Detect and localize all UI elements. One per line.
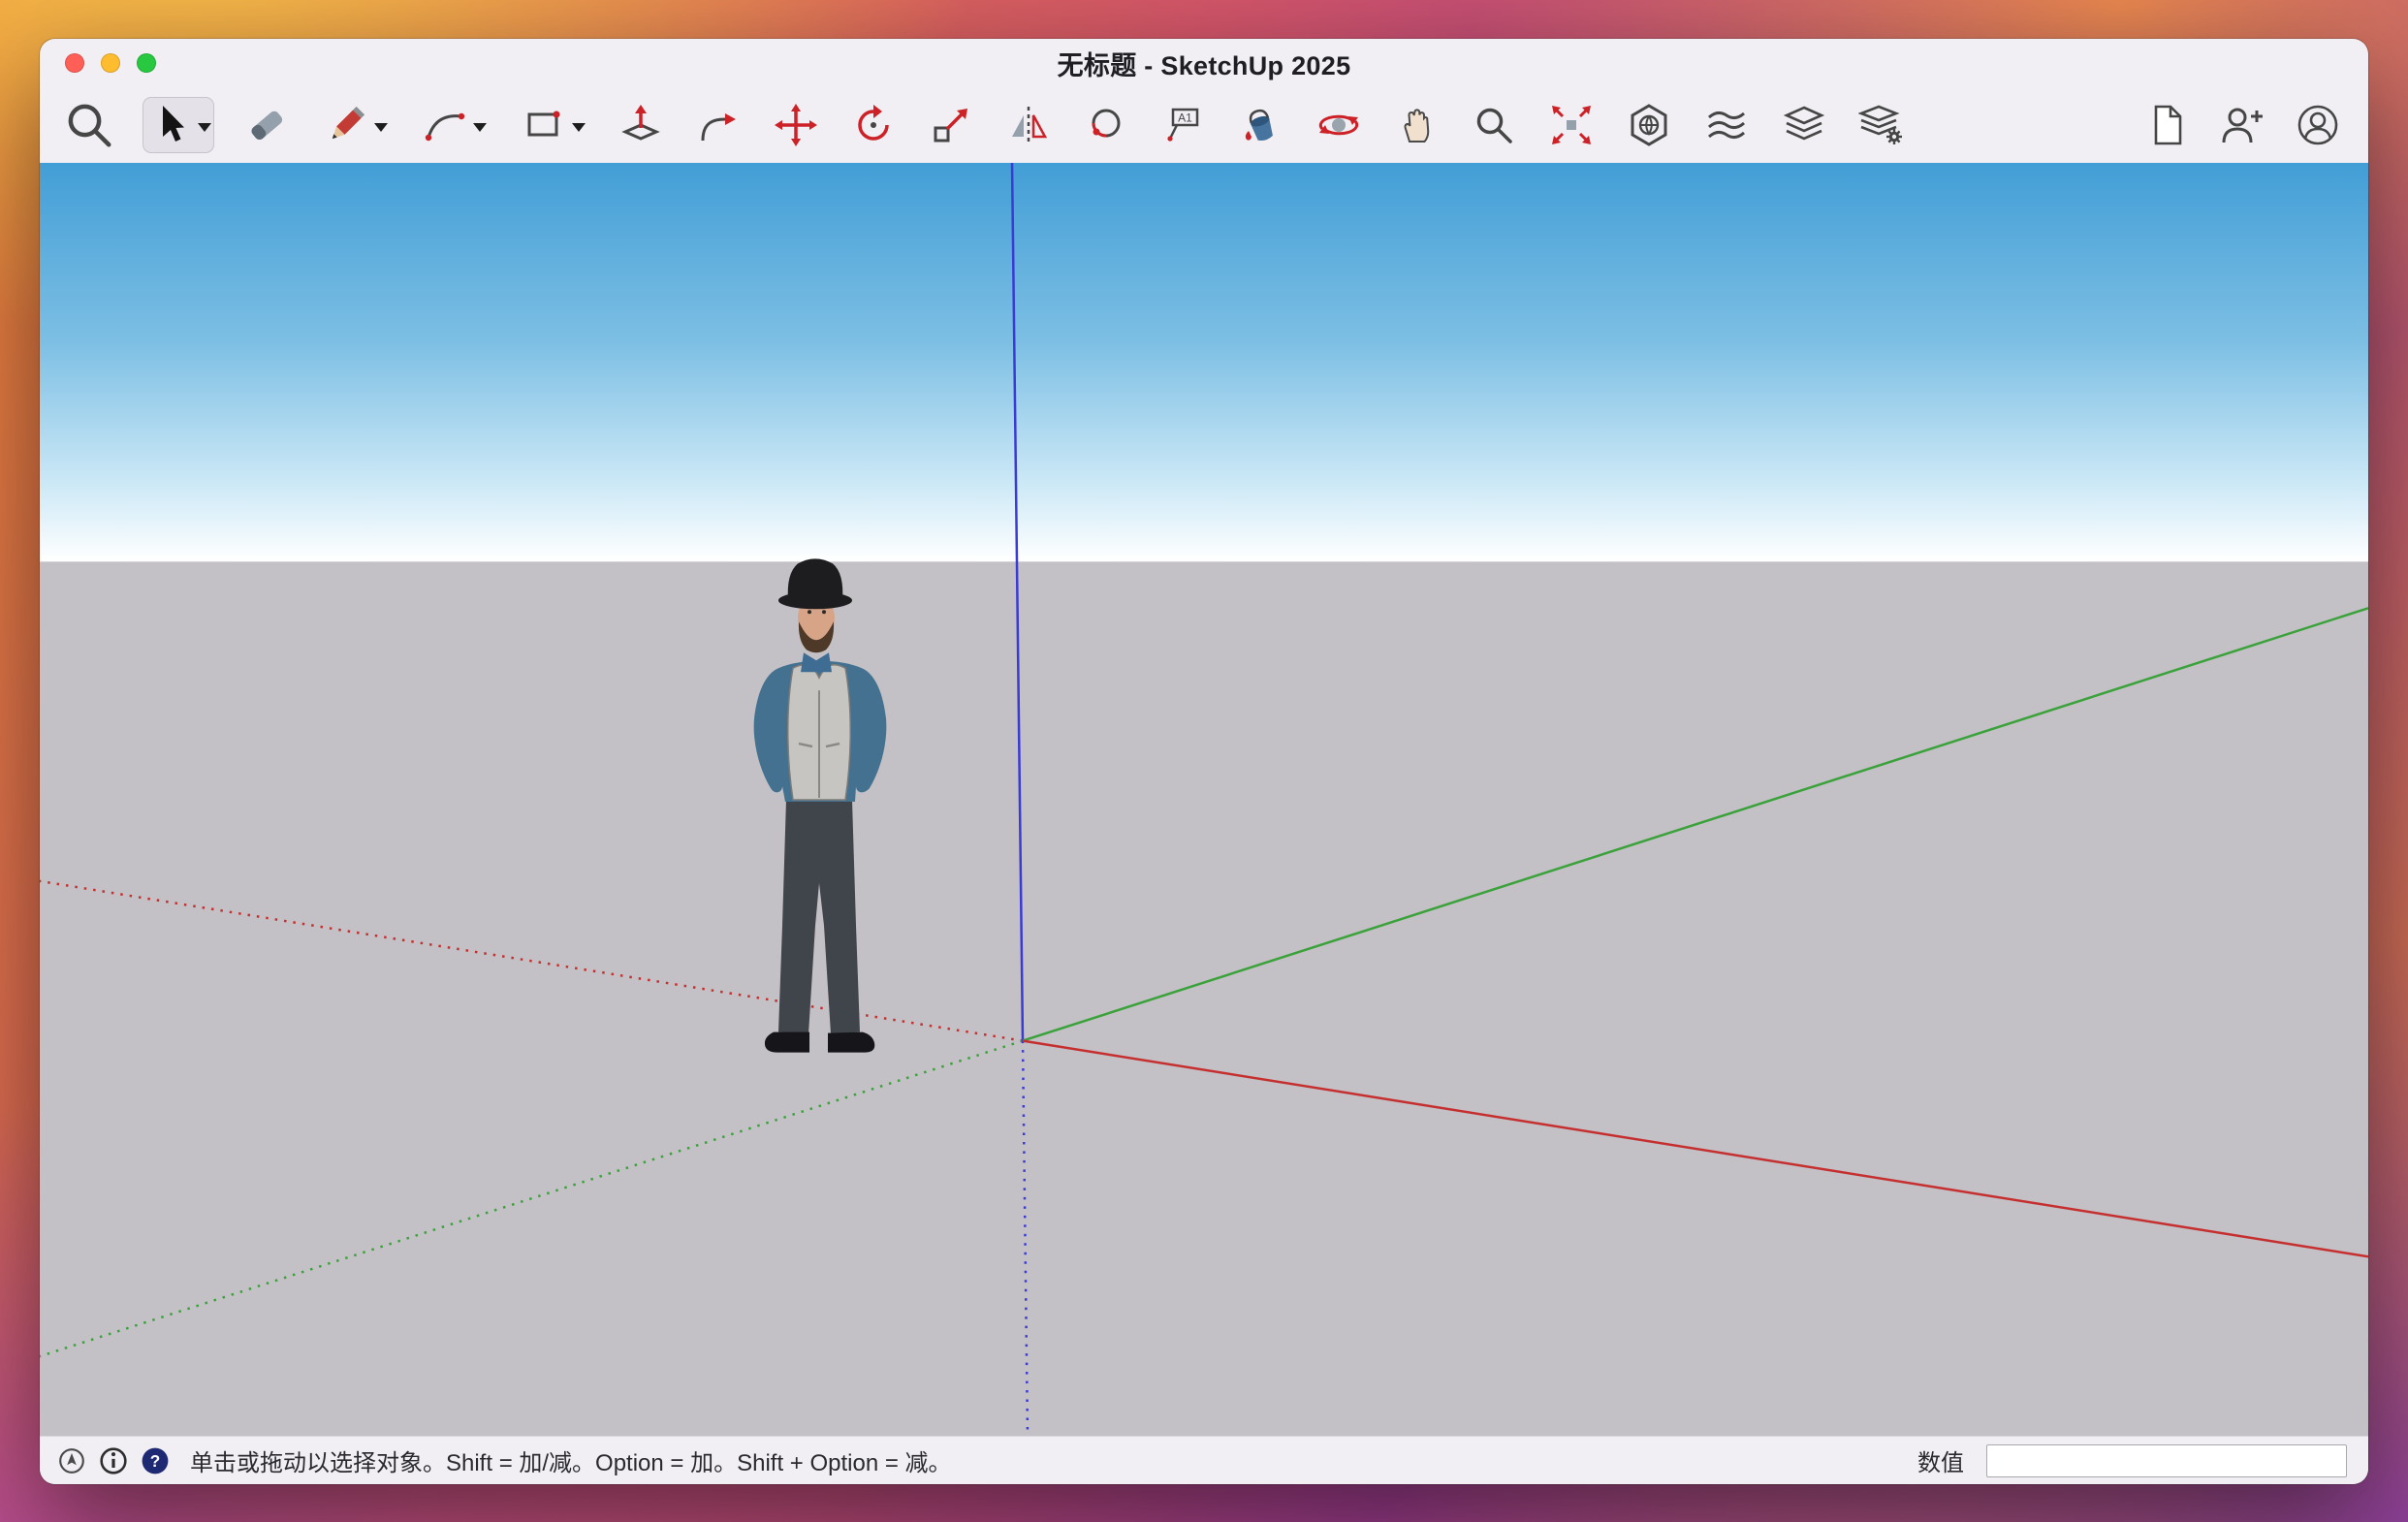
pan-hand-icon [1393, 102, 1440, 148]
add-location-icon [1626, 102, 1672, 148]
minimize-button[interactable] [101, 53, 120, 73]
help-glyph: ? [150, 1450, 160, 1470]
rectangle-dropdown-caret[interactable] [572, 123, 586, 132]
ground [40, 561, 2368, 1436]
orbit-icon [1315, 102, 1362, 148]
pencil-icon [323, 102, 369, 148]
traffic-lights [65, 53, 156, 73]
account-button[interactable] [2293, 97, 2343, 153]
flip-icon [1005, 102, 1052, 148]
tool-pan[interactable] [1391, 97, 1442, 153]
offset-icon [1083, 102, 1129, 148]
tool-flip[interactable] [1003, 97, 1054, 153]
tool-styles[interactable] [1701, 97, 1752, 153]
share-model-button[interactable] [2217, 97, 2267, 153]
figure-left-shoe [765, 1032, 809, 1053]
tool-select[interactable] [143, 97, 214, 153]
tool-offset[interactable] [1081, 97, 1131, 153]
search-icon [63, 99, 115, 151]
rotate-icon [850, 102, 897, 148]
status-hint-text: 单击或拖动以选择对象。Shift = 加/减。Option = 加。Shift … [190, 1443, 952, 1477]
figure-left-eye [808, 610, 811, 614]
tool-layers-settings[interactable] [1856, 97, 1907, 153]
tool-arc[interactable] [418, 97, 490, 153]
select-cursor-icon [146, 102, 193, 148]
text-label-icon: A1 [1160, 102, 1207, 148]
tool-zoom-extents[interactable] [1546, 97, 1597, 153]
window-title: 无标题 - SketchUp 2025 [40, 45, 2368, 82]
tool-text[interactable]: A1 [1158, 97, 1209, 153]
titlebar: 无标题 - SketchUp 2025 [40, 39, 2368, 87]
tool-orbit[interactable] [1314, 97, 1364, 153]
zoom-extents-icon [1548, 102, 1595, 148]
follow-me-icon [695, 102, 742, 148]
tool-rotate[interactable] [848, 97, 899, 153]
paint-bucket-icon [1238, 102, 1284, 148]
model-viewport[interactable] [40, 163, 2368, 1436]
line-dropdown-caret[interactable] [374, 123, 388, 132]
scale-icon [928, 102, 974, 148]
measurements-input[interactable] [1986, 1444, 2347, 1477]
arc-icon [422, 102, 468, 148]
move-icon [773, 102, 819, 148]
viewport-canvas [40, 163, 2368, 1436]
tool-line[interactable] [319, 97, 391, 153]
toolbar-right-group [2141, 97, 2343, 153]
text-tool-glyph: A1 [1178, 111, 1192, 125]
sketchup-window: 无标题 - SketchUp 2025 [40, 39, 2368, 1484]
tags-icon [1781, 102, 1827, 148]
statusbar: ? 单击或拖动以选择对象。Shift = 加/减。Option = 加。Shif… [40, 1436, 2368, 1484]
tool-move[interactable] [771, 97, 821, 153]
tool-scale[interactable] [926, 97, 976, 153]
help-status-icon[interactable]: ? [141, 1446, 170, 1475]
toolbar: A1 [40, 87, 2368, 163]
tool-zoom[interactable] [1469, 97, 1519, 153]
tool-push-pull[interactable] [616, 97, 666, 153]
rectangle-icon [521, 102, 567, 148]
tool-eraser[interactable] [241, 97, 292, 153]
sky [40, 163, 2368, 561]
new-document-icon [2143, 102, 2190, 148]
styles-icon [1703, 102, 1750, 148]
tool-search[interactable] [63, 97, 115, 153]
account-icon [2295, 102, 2341, 148]
location-status-icon[interactable] [57, 1446, 86, 1475]
figure-right-shoe [828, 1032, 874, 1053]
measurements-label: 数值 [1917, 1443, 1964, 1477]
figure-right-eye [822, 610, 826, 614]
tool-rectangle[interactable] [517, 97, 588, 153]
tool-add-location[interactable] [1624, 97, 1674, 153]
layers-gear-icon [1858, 102, 1905, 148]
desktop-wallpaper: 无标题 - SketchUp 2025 [0, 0, 2408, 1522]
arc-dropdown-caret[interactable] [473, 123, 487, 132]
tool-tags[interactable] [1779, 97, 1829, 153]
push-pull-icon [618, 102, 664, 148]
zoom-icon [1471, 102, 1517, 148]
tool-paint-bucket[interactable] [1236, 97, 1286, 153]
add-person-icon [2219, 102, 2265, 148]
info-status-icon[interactable] [99, 1446, 128, 1475]
maximize-button[interactable] [137, 53, 156, 73]
eraser-icon [243, 102, 290, 148]
close-button[interactable] [65, 53, 84, 73]
select-dropdown-caret[interactable] [198, 123, 211, 132]
new-document-button[interactable] [2141, 97, 2192, 153]
tool-follow-me[interactable] [693, 97, 744, 153]
